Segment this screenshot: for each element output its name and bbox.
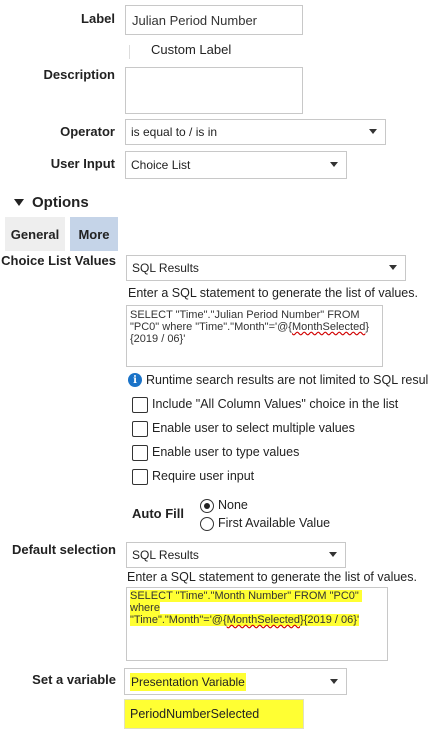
default-selection-title: Default selection [11,542,116,557]
choice-list-hint: Enter a SQL statement to generate the li… [128,286,418,300]
choice-list-sql-textarea[interactable]: SELECT "Time"."Julian Period Number" FRO… [126,305,383,367]
default-selection-sql-text: SELECT "Time"."Month Number" FROM "PC0" … [130,590,362,626]
set-variable-value: Presentation Variable [130,672,246,691]
operator-title: Operator [60,124,115,139]
multiple-values-checkbox[interactable] [132,421,148,437]
tab-more[interactable]: More [70,217,118,251]
choice-list-values-title: Choice List Values [1,253,116,268]
chevron-down-icon [329,552,337,557]
custom-label-checkbox[interactable] [129,45,130,59]
tab-more-label: More [78,226,110,242]
info-text: Runtime search results are not limited t… [146,373,429,387]
custom-label-text: Custom Label [151,42,232,57]
tab-general-label: General [10,226,60,242]
chevron-down-icon [330,678,338,684]
collapse-triangle-icon[interactable] [14,199,24,206]
chevron-down-icon [389,265,397,270]
chevron-down-icon [330,162,338,167]
type-values-label: Enable user to type values [152,445,300,459]
chevron-down-icon [369,129,377,134]
default-selection-hint: Enter a SQL statement to generate the li… [127,570,417,584]
label-title: Label [81,11,115,26]
multiple-values-label: Enable user to select multiple values [152,421,355,435]
user-input-select[interactable]: Choice List [125,151,347,179]
choice-list-values-select[interactable]: SQL Results [126,255,406,281]
label-input-value: Julian Period Number [132,13,258,28]
choice-list-values-value: SQL Results [132,261,199,275]
description-textarea[interactable] [125,67,303,114]
description-title: Description [43,67,115,82]
set-variable-select[interactable]: Presentation Variable [124,668,347,695]
require-input-label: Require user input [152,469,255,483]
operator-select[interactable]: is equal to / is in [125,119,386,145]
type-values-checkbox[interactable] [132,445,148,461]
label-input[interactable]: Julian Period Number [125,5,303,35]
include-all-values-label: Include "All Column Values" choice in th… [152,397,399,411]
set-variable-title: Set a variable [32,672,116,687]
radio-first-available[interactable] [200,517,214,531]
default-selection-value: SQL Results [132,548,199,562]
include-all-values-checkbox[interactable] [132,397,148,413]
radio-none[interactable] [200,499,214,513]
variable-name-value: PeriodNumberSelected [130,707,260,721]
info-icon: i [128,373,142,387]
default-selection-sql-textarea[interactable]: SELECT "Time"."Month Number" FROM "PC0" … [126,587,388,661]
radio-first-available-label: First Available Value [218,516,331,530]
user-input-value: Choice List [131,158,191,172]
radio-selected-dot [204,503,210,509]
auto-fill-title: Auto Fill [132,506,184,521]
radio-none-label: None [218,498,248,512]
variable-name-input[interactable]: PeriodNumberSelected [124,699,304,729]
require-input-checkbox[interactable] [132,469,148,485]
operator-value: is equal to / is in [131,125,218,139]
options-title: Options [32,194,89,211]
tab-general[interactable]: General [5,217,65,251]
choice-list-sql-text: SELECT "Time"."Julian Period Number" FRO… [130,309,370,345]
default-selection-select[interactable]: SQL Results [126,542,346,568]
user-input-title: User Input [50,156,115,171]
